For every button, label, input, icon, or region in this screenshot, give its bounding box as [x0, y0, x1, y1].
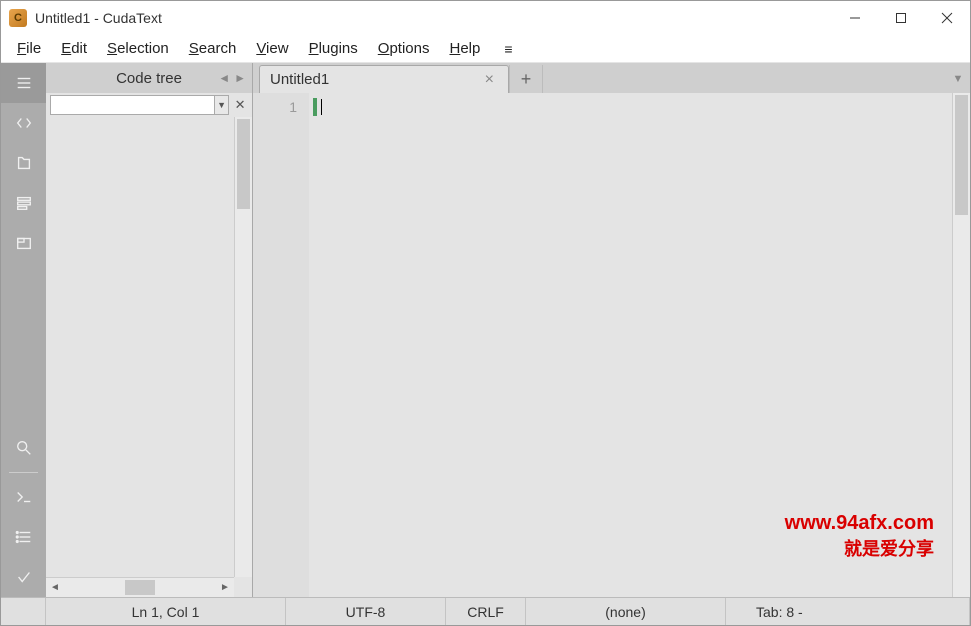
status-line-ending[interactable]: CRLF: [446, 598, 526, 625]
menu-search[interactable]: Search: [179, 37, 247, 60]
application-window: C Untitled1 - CudaText File Edit Selecti…: [0, 0, 971, 626]
status-lexer[interactable]: (none): [526, 598, 726, 625]
line-marker-icon: [313, 98, 317, 116]
tab-label: Untitled1: [270, 71, 329, 88]
activity-console-icon[interactable]: [1, 477, 46, 517]
menu-view[interactable]: View: [246, 37, 298, 60]
activity-tree-icon[interactable]: [1, 183, 46, 223]
activity-list-icon[interactable]: [1, 517, 46, 557]
code-tree-hscroll[interactable]: ◄ ►: [46, 577, 234, 597]
watermark: www.94afx.com 就是爱分享: [785, 512, 934, 561]
side-panel-next-icon[interactable]: ►: [234, 71, 246, 85]
activity-bar: [1, 63, 46, 597]
window-title: Untitled1 - CudaText: [35, 10, 162, 26]
editor-area: Untitled1 × + ▼ 1 www.94afx.com: [253, 63, 970, 597]
status-left-pad: [1, 598, 46, 625]
code-tree-filter-input[interactable]: [50, 95, 215, 115]
tab-bar: Untitled1 × + ▼: [253, 63, 970, 93]
activity-project-icon[interactable]: [1, 143, 46, 183]
editor-text-area[interactable]: www.94afx.com 就是爱分享: [309, 93, 952, 597]
editor-vscroll[interactable]: [952, 93, 970, 597]
tab-close-icon[interactable]: ×: [481, 71, 498, 89]
line-number-gutter: 1: [253, 93, 309, 597]
tab-menu-icon[interactable]: ▼: [946, 65, 970, 93]
close-button[interactable]: [924, 2, 970, 34]
tab-untitled1[interactable]: Untitled1 ×: [259, 65, 509, 93]
status-bar: Ln 1, Col 1 UTF-8 CRLF (none) Tab: 8 -: [1, 597, 970, 625]
menubar: File Edit Selection Search View Plugins …: [1, 35, 970, 63]
activity-search-icon[interactable]: [1, 428, 46, 468]
activity-menu-icon[interactable]: [1, 63, 46, 103]
activity-check-icon[interactable]: [1, 557, 46, 597]
side-panel-filter: ▼ ✕: [46, 93, 252, 117]
status-encoding[interactable]: UTF-8: [286, 598, 446, 625]
status-position[interactable]: Ln 1, Col 1: [46, 598, 286, 625]
activity-tabs-icon[interactable]: [1, 223, 46, 263]
titlebar: C Untitled1 - CudaText: [1, 1, 970, 35]
side-panel: Code tree ◄ ► ▼ ✕ ◄ ►: [46, 63, 253, 597]
new-tab-button[interactable]: +: [509, 65, 543, 93]
activity-code-icon[interactable]: [1, 103, 46, 143]
main-area: Code tree ◄ ► ▼ ✕ ◄ ►: [1, 63, 970, 597]
text-caret: [321, 99, 322, 115]
side-panel-prev-icon[interactable]: ◄: [218, 71, 230, 85]
code-tree-filter-dropdown[interactable]: ▼: [215, 95, 229, 115]
menu-plugins[interactable]: Plugins: [299, 37, 368, 60]
app-icon: C: [9, 9, 27, 27]
editor: 1 www.94afx.com 就是爱分享: [253, 93, 970, 597]
code-tree-vscroll[interactable]: [234, 117, 252, 577]
menu-edit[interactable]: Edit: [51, 37, 97, 60]
menu-options[interactable]: Options: [368, 37, 440, 60]
menu-help[interactable]: Help: [439, 37, 490, 60]
side-panel-header: Code tree ◄ ►: [46, 63, 252, 93]
hscroll-right-icon[interactable]: ►: [216, 578, 234, 597]
maximize-button[interactable]: [878, 2, 924, 34]
line-number: 1: [253, 97, 297, 117]
menu-selection[interactable]: Selection: [97, 37, 179, 60]
activity-separator: [9, 472, 38, 473]
hscroll-left-icon[interactable]: ◄: [46, 578, 64, 597]
minimize-button[interactable]: [832, 2, 878, 34]
menu-overflow-icon[interactable]: ≡: [496, 38, 520, 60]
side-panel-title: Code tree: [116, 70, 182, 87]
menu-file[interactable]: File: [7, 37, 51, 60]
code-tree-filter-clear-icon[interactable]: ✕: [232, 95, 248, 115]
status-tab-size[interactable]: Tab: 8 -: [726, 598, 970, 625]
code-tree-body[interactable]: ◄ ►: [46, 117, 252, 597]
